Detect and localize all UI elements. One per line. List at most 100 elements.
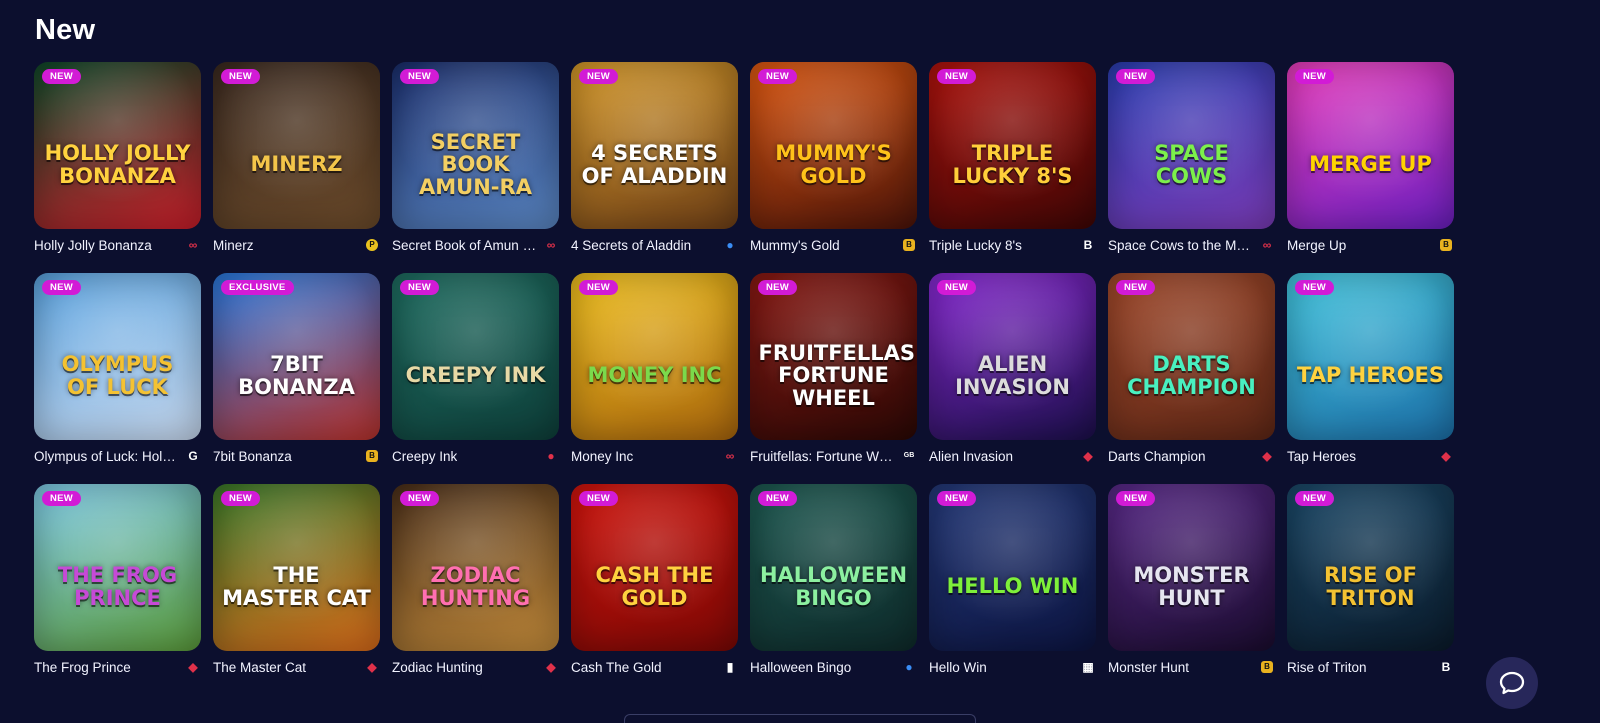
- game-tile[interactable]: NEW Cash The Gold Cash The Gold ▮: [571, 484, 738, 695]
- game-logo: Creepy Ink: [405, 363, 546, 388]
- game-thumbnail[interactable]: NEW Monster Hunt: [1108, 484, 1275, 651]
- game-tile[interactable]: NEW Hello Win Hello Win ▦: [929, 484, 1096, 695]
- game-name[interactable]: The Master Cat: [213, 660, 306, 675]
- game-name[interactable]: Rise of Triton: [1287, 660, 1367, 675]
- game-name[interactable]: Triple Lucky 8's: [929, 238, 1022, 253]
- red-dice-icon: ◆: [1441, 449, 1451, 463]
- game-thumbnail[interactable]: NEW Creepy Ink: [392, 273, 559, 440]
- game-logo: 7bit Bonanza: [238, 352, 355, 399]
- game-thumbnail[interactable]: NEW Money Inc: [571, 273, 738, 440]
- red-dice-icon: ◆: [1083, 449, 1093, 463]
- game-tile[interactable]: NEW Monster Hunt Monster Hunt B: [1108, 484, 1275, 695]
- game-tile[interactable]: NEW Mummy's Gold Mummy's Gold B: [750, 62, 917, 273]
- game-thumbnail[interactable]: NEW 4 Secrets of Aladdin: [571, 62, 738, 229]
- game-tile[interactable]: NEW Triple Lucky 8's Triple Lucky 8's B: [929, 62, 1096, 273]
- game-name[interactable]: Halloween Bingo: [750, 660, 851, 675]
- game-meta: Darts Champion ◆: [1108, 441, 1275, 471]
- game-name[interactable]: Zodiac Hunting: [392, 660, 483, 675]
- game-badge: NEW: [937, 280, 977, 295]
- game-thumbnail[interactable]: NEW Secret Book Amun-Ra: [392, 62, 559, 229]
- game-meta: Triple Lucky 8's B: [929, 230, 1096, 260]
- game-name[interactable]: Holly Jolly Bonanza: [34, 238, 152, 253]
- game-thumbnail[interactable]: NEW Fruitfellas Fortune Wheel: [750, 273, 917, 440]
- game-tile[interactable]: NEW Darts Champion Darts Champion ◆: [1108, 273, 1275, 484]
- game-name[interactable]: Mummy's Gold: [750, 238, 840, 253]
- game-name[interactable]: 7bit Bonanza: [213, 449, 292, 464]
- game-badge: NEW: [758, 69, 798, 84]
- game-meta: Monster Hunt B: [1108, 652, 1275, 682]
- game-name[interactable]: Space Cows to the Moo'n: [1108, 238, 1254, 253]
- game-tile[interactable]: NEW Tap Heroes Tap Heroes ◆: [1287, 273, 1454, 484]
- game-meta: Money Inc ∞: [571, 441, 738, 471]
- game-badge: NEW: [1295, 280, 1335, 295]
- game-thumbnail[interactable]: NEW Triple Lucky 8's: [929, 62, 1096, 229]
- game-name[interactable]: Olympus of Luck: Hold the Spin: [34, 449, 180, 464]
- game-meta: Cash The Gold ▮: [571, 652, 738, 682]
- game-meta: Zodiac Hunting ◆: [392, 652, 559, 682]
- game-thumbnail[interactable]: NEW Mummy's Gold: [750, 62, 917, 229]
- game-thumbnail[interactable]: NEW The Master Cat: [213, 484, 380, 651]
- game-tile[interactable]: NEW The Frog Prince The Frog Prince ◆: [34, 484, 201, 695]
- game-name[interactable]: Monster Hunt: [1108, 660, 1189, 675]
- game-thumbnail[interactable]: NEW Cash The Gold: [571, 484, 738, 651]
- game-tile[interactable]: NEW 4 Secrets of Aladdin 4 Secrets of Alad…: [571, 62, 738, 273]
- game-meta: Tap Heroes ◆: [1287, 441, 1454, 471]
- game-name[interactable]: Alien Invasion: [929, 449, 1013, 464]
- game-thumbnail[interactable]: NEW The Frog Prince: [34, 484, 201, 651]
- game-thumbnail[interactable]: NEW Olympus of Luck: [34, 273, 201, 440]
- game-tile[interactable]: NEW Rise of Triton Rise of Triton B: [1287, 484, 1454, 695]
- red-dice-icon: ◆: [367, 660, 377, 674]
- game-name[interactable]: Minerz: [213, 238, 254, 253]
- game-tile[interactable]: NEW Olympus of Luck Olympus of Luck: Hold …: [34, 273, 201, 484]
- game-name[interactable]: Darts Champion: [1108, 449, 1206, 464]
- game-name[interactable]: Merge Up: [1287, 238, 1346, 253]
- game-tile[interactable]: NEW Zodiac Hunting Zodiac Hunting ◆: [392, 484, 559, 695]
- game-logo: Secret Book Amun-Ra: [419, 130, 532, 199]
- game-thumbnail[interactable]: NEW Tap Heroes: [1287, 273, 1454, 440]
- game-meta: Holly Jolly Bonanza ∞: [34, 230, 201, 260]
- infinity-icon: ∞: [546, 238, 556, 252]
- game-logo: Mummy's Gold: [775, 141, 892, 188]
- chat-button[interactable]: [1486, 657, 1538, 709]
- game-tile[interactable]: NEW Halloween Bingo Halloween Bingo ●: [750, 484, 917, 695]
- game-tile[interactable]: NEW Fruitfellas Fortune Wheel Fruitfellas:…: [750, 273, 917, 484]
- game-meta: 7bit Bonanza B: [213, 441, 380, 471]
- game-name[interactable]: Hello Win: [929, 660, 987, 675]
- infinity-icon: ∞: [188, 238, 198, 252]
- game-tile[interactable]: NEW Holly Jolly Bonanza Holly Jolly Bonanz…: [34, 62, 201, 273]
- game-thumbnail[interactable]: NEW Darts Champion: [1108, 273, 1275, 440]
- game-badge: NEW: [758, 491, 798, 506]
- game-meta: 4 Secrets of Aladdin ●: [571, 230, 738, 260]
- game-thumbnail[interactable]: NEW Holly Jolly Bonanza: [34, 62, 201, 229]
- game-name[interactable]: 4 Secrets of Aladdin: [571, 238, 691, 253]
- game-thumbnail[interactable]: NEW Space Cows: [1108, 62, 1275, 229]
- game-name[interactable]: Tap Heroes: [1287, 449, 1356, 464]
- game-thumbnail[interactable]: NEW Hello Win: [929, 484, 1096, 651]
- bb-provider-icon: B: [1083, 238, 1093, 252]
- game-name[interactable]: Fruitfellas: Fortune Wheel: [750, 449, 896, 464]
- game-tile[interactable]: NEW Minerz Minerz P: [213, 62, 380, 273]
- game-tile[interactable]: NEW Creepy Ink Creepy Ink ●: [392, 273, 559, 484]
- game-thumbnail[interactable]: NEW Minerz: [213, 62, 380, 229]
- game-tile[interactable]: NEW Secret Book Amun-Ra Secret Book of Amu…: [392, 62, 559, 273]
- game-thumbnail[interactable]: EXCLUSIVE 7bit Bonanza: [213, 273, 380, 440]
- g-provider-icon: G: [188, 449, 198, 463]
- game-tile[interactable]: EXCLUSIVE 7bit Bonanza 7bit Bonanza B: [213, 273, 380, 484]
- game-name[interactable]: The Frog Prince: [34, 660, 131, 675]
- game-thumbnail[interactable]: NEW Zodiac Hunting: [392, 484, 559, 651]
- game-tile[interactable]: NEW Space Cows Space Cows to the Moo'n ∞: [1108, 62, 1275, 273]
- game-thumbnail[interactable]: NEW Halloween Bingo: [750, 484, 917, 651]
- game-name[interactable]: Money Inc: [571, 449, 633, 464]
- game-tile[interactable]: NEW Alien Invasion Alien Invasion ◆: [929, 273, 1096, 484]
- game-tile[interactable]: NEW Money Inc Money Inc ∞: [571, 273, 738, 484]
- game-thumbnail[interactable]: NEW Rise of Triton: [1287, 484, 1454, 651]
- game-logo: The Master Cat: [222, 563, 371, 610]
- game-logo: Zodiac Hunting: [420, 563, 531, 610]
- game-thumbnail[interactable]: NEW Merge Up: [1287, 62, 1454, 229]
- game-thumbnail[interactable]: NEW Alien Invasion: [929, 273, 1096, 440]
- game-tile[interactable]: NEW The Master Cat The Master Cat ◆: [213, 484, 380, 695]
- game-name[interactable]: Creepy Ink: [392, 449, 457, 464]
- game-name[interactable]: Secret Book of Amun Ra: [392, 238, 538, 253]
- game-name[interactable]: Cash The Gold: [571, 660, 662, 675]
- game-tile[interactable]: NEW Merge Up Merge Up B: [1287, 62, 1454, 273]
